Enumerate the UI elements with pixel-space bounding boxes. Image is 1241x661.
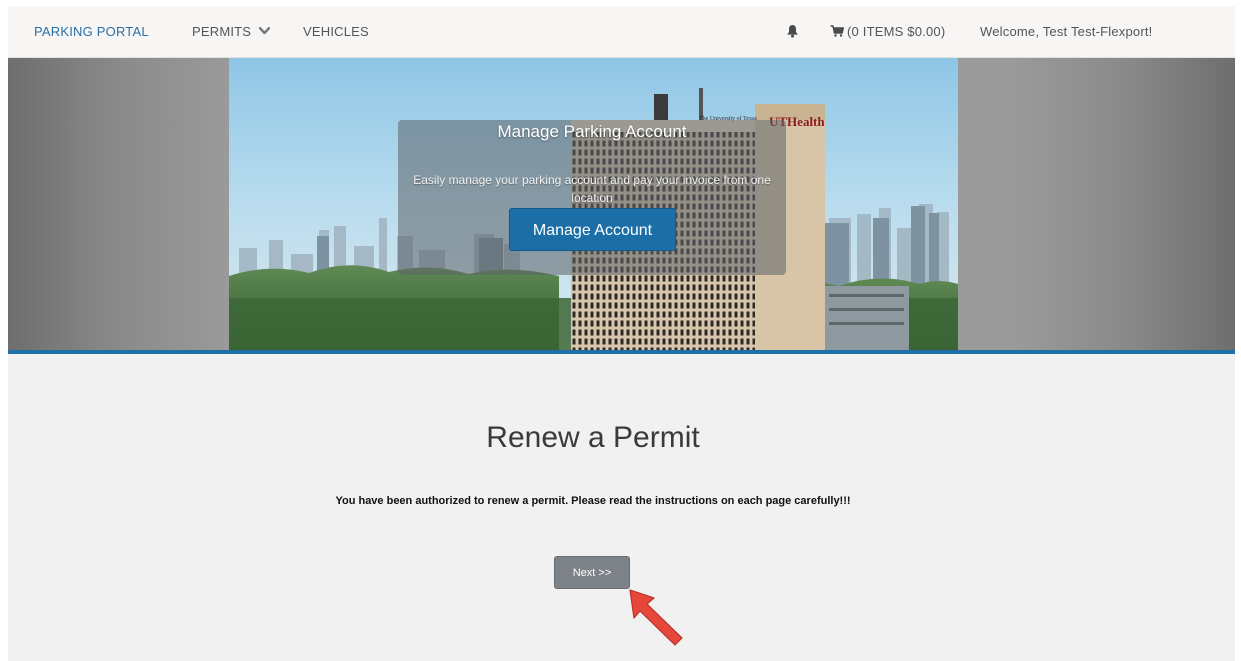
page-title: Renew a Permit [486,421,700,454]
nav-brand-link[interactable]: PARKING PORTAL [34,6,149,57]
manage-account-button[interactable]: Manage Account [509,208,676,251]
top-navbar: PARKING PORTAL PERMITS VEHICLES (0 ITEMS… [8,6,1235,58]
nav-permits-label: PERMITS [192,24,252,39]
hero-card: Manage Parking Account Easily manage you… [398,120,786,275]
welcome-user-link[interactable]: Welcome, Test Test-Flexport! [980,6,1153,57]
notifications-button[interactable] [786,6,799,57]
bell-icon [787,25,798,38]
chevron-down-icon [259,27,270,35]
hero-banner: UTHealth The University of Texas Manage … [8,58,1235,350]
hero-title: Manage Parking Account [497,122,687,141]
next-button[interactable]: Next >> [554,556,630,589]
hero-accent-band [8,350,1235,354]
hero-description: Easily manage your parking account and p… [413,173,771,205]
arrow-icon [629,589,683,646]
cart-icon [830,25,844,37]
nav-permits-dropdown[interactable]: PERMITS [192,6,270,57]
cart-summary: (0 ITEMS $0.00) [847,24,946,39]
nav-vehicles-link[interactable]: VEHICLES [303,6,369,57]
page-frame: PARKING PORTAL PERMITS VEHICLES (0 ITEMS… [8,6,1235,661]
cart-link[interactable]: (0 ITEMS $0.00) [830,6,945,57]
authorization-message: You have been authorized to renew a perm… [335,495,851,507]
